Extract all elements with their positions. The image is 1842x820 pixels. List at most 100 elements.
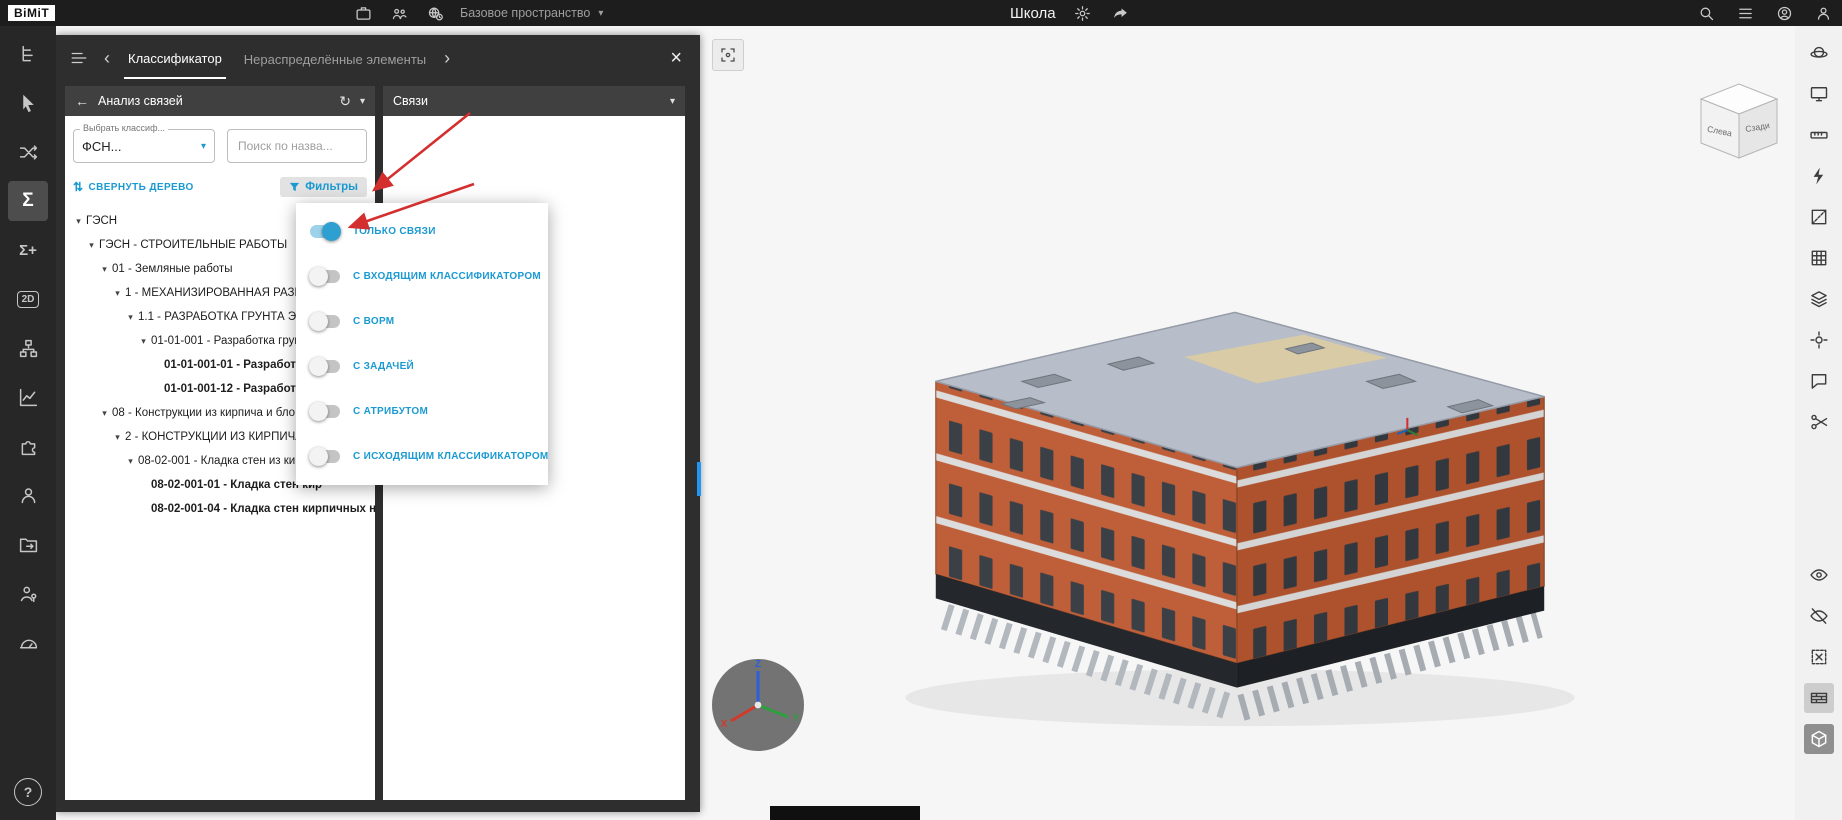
toggle-knob	[309, 312, 328, 331]
show-icon[interactable]	[1804, 560, 1834, 590]
focus-target-icon[interactable]	[1804, 325, 1834, 355]
account-circle-icon[interactable]	[1773, 2, 1795, 24]
tree-item-label: 08-02-001-04 - Кладка стен кирпичных на…	[151, 503, 375, 515]
chart-icon[interactable]	[8, 377, 48, 417]
tabs-scroll-left-icon[interactable]: ‹	[104, 49, 110, 67]
gear-icon[interactable]	[1072, 2, 1094, 24]
team-icon[interactable]	[388, 2, 410, 24]
tree-item-label: 01-01-001 - Разработка грунта	[151, 335, 312, 347]
walls-icon[interactable]	[1804, 683, 1834, 713]
select-pointer-icon[interactable]	[8, 83, 48, 123]
share-icon[interactable]	[1110, 2, 1132, 24]
tree-expand-caret[interactable]: ▾	[71, 216, 86, 227]
2d-view-icon[interactable]: 2D	[8, 279, 48, 319]
search-input[interactable]	[236, 138, 358, 154]
focus-mode-button[interactable]	[712, 39, 744, 71]
gizmo-y-label: Y	[793, 713, 800, 724]
chevron-down-icon: ▾	[598, 8, 603, 19]
orbit-icon[interactable]	[1804, 38, 1834, 68]
toggle-knob	[309, 357, 328, 376]
tree-expand-caret[interactable]: ▾	[110, 432, 125, 443]
filter-label: С АТРИБУТОМ	[353, 406, 428, 417]
tree-structure-icon[interactable]	[8, 34, 48, 74]
topbar-project: Школа	[1010, 0, 1132, 26]
collapse-tree-label: СВЕРНУТЬ ДЕРЕВО	[88, 182, 193, 193]
sigma-glyph: Σ	[22, 190, 33, 212]
storeys-icon[interactable]	[1804, 284, 1834, 314]
grid-icon[interactable]	[1804, 243, 1834, 273]
tree-expand-caret[interactable]: ▾	[84, 240, 99, 251]
gauge-icon[interactable]	[8, 622, 48, 662]
hierarchy-icon[interactable]	[8, 328, 48, 368]
clip-icon[interactable]	[1804, 407, 1834, 437]
collapse-icon: ⇅	[73, 180, 83, 194]
panel-menu-icon[interactable]	[68, 47, 90, 69]
toggle-switch[interactable]	[310, 225, 340, 238]
analysis-sigma-icon[interactable]: Σ	[8, 181, 48, 221]
search-icon[interactable]	[1695, 2, 1717, 24]
search-box	[227, 129, 367, 163]
tree-expand-caret[interactable]: ▾	[123, 456, 138, 467]
isolate-off-icon[interactable]	[1804, 642, 1834, 672]
navigation-gizmo[interactable]: Z X Y	[708, 655, 808, 755]
hide-icon[interactable]	[1804, 601, 1834, 631]
filter-row: С АТРИБУТОМ	[296, 389, 548, 434]
tree-item-label: 2 - КОНСТРУКЦИИ ИЗ КИРПИЧА	[125, 431, 303, 443]
section-plane-icon[interactable]	[1804, 202, 1834, 232]
tabs-scroll-right-icon[interactable]: ›	[444, 49, 450, 67]
markup-icon[interactable]	[1804, 366, 1834, 396]
back-arrow-icon[interactable]: ←	[75, 94, 89, 108]
plugin-puzzle-icon[interactable]	[8, 426, 48, 466]
tree-expand-caret[interactable]: ▾	[97, 408, 112, 419]
tree-expand-caret[interactable]: ▾	[136, 336, 151, 347]
tab-unassigned-elements[interactable]: Нераспределённые элементы	[240, 39, 430, 78]
panel-tab-bar: ‹ Классификатор Нераспределённые элемент…	[56, 35, 700, 81]
filter-label: ТОЛЬКО СВЯЗИ	[353, 226, 436, 237]
measure-icon[interactable]	[1804, 120, 1834, 150]
classifier-controls: Выбрать классиф... ФСН... ▾	[65, 116, 375, 163]
panel-resize-handle[interactable]	[697, 462, 701, 496]
topbar-left-tools: Базовое пространство ▾	[352, 0, 650, 26]
tree-item-label: 01 - Земляные работы	[112, 263, 232, 275]
filter-row: С ЗАДАЧЕЙ	[296, 344, 548, 389]
connections-icon[interactable]	[8, 132, 48, 172]
tree-expand-caret[interactable]: ▾	[97, 264, 112, 275]
tree-expand-caret[interactable]: ▾	[110, 288, 125, 299]
toggle-switch[interactable]	[310, 450, 340, 463]
projects-icon[interactable]	[352, 2, 374, 24]
tree-item[interactable]: 08-02-001-04 - Кладка стен кирпичных на…	[65, 497, 375, 521]
refresh-icon[interactable]: ↻	[339, 94, 351, 108]
tab-classifier[interactable]: Классификатор	[124, 38, 226, 79]
toggle-switch[interactable]	[310, 405, 340, 418]
user-roles-icon[interactable]	[8, 475, 48, 515]
filters-button[interactable]: Фильтры	[280, 177, 367, 197]
classifier-select[interactable]: Выбрать классиф... ФСН... ▾	[73, 129, 215, 163]
screen-icon[interactable]	[1804, 79, 1834, 109]
spaces-icon[interactable]	[424, 2, 446, 24]
topbar-right-tools	[1695, 0, 1834, 26]
view-cube[interactable]: Слева Сзади	[1695, 78, 1783, 166]
tree-expand-caret[interactable]: ▾	[123, 312, 138, 323]
links-caret-icon[interactable]: ▾	[670, 96, 675, 107]
right-toolbar	[1795, 26, 1842, 820]
header-caret-icon[interactable]: ▾	[360, 96, 365, 107]
list-icon[interactable]	[1734, 2, 1756, 24]
user-location-icon[interactable]	[8, 573, 48, 613]
classifier-select-value: ФСН...	[82, 139, 122, 154]
toggle-switch[interactable]	[310, 360, 340, 373]
filters-popup-list: ТОЛЬКО СВЯЗИС ВХОДЯЩИМ КЛАССИФИКАТОРОМС …	[296, 209, 548, 479]
clash-icon[interactable]	[1804, 161, 1834, 191]
section-box-icon[interactable]	[1804, 724, 1834, 754]
workspace-label: Базовое пространство	[460, 6, 590, 20]
toggle-knob	[322, 222, 341, 241]
user-icon[interactable]	[1812, 2, 1834, 24]
sigma-plus-icon[interactable]: Σ+	[8, 230, 48, 270]
folder-export-icon[interactable]	[8, 524, 48, 564]
toggle-switch[interactable]	[310, 315, 340, 328]
collapse-tree-button[interactable]: ⇅ СВЕРНУТЬ ДЕРЕВО	[73, 180, 194, 194]
close-panel-button[interactable]: ×	[664, 47, 688, 70]
funnel-icon	[289, 182, 300, 193]
workspace-select[interactable]: Базовое пространство ▾	[460, 6, 650, 20]
toggle-switch[interactable]	[310, 270, 340, 283]
help-button[interactable]: ?	[14, 778, 42, 806]
